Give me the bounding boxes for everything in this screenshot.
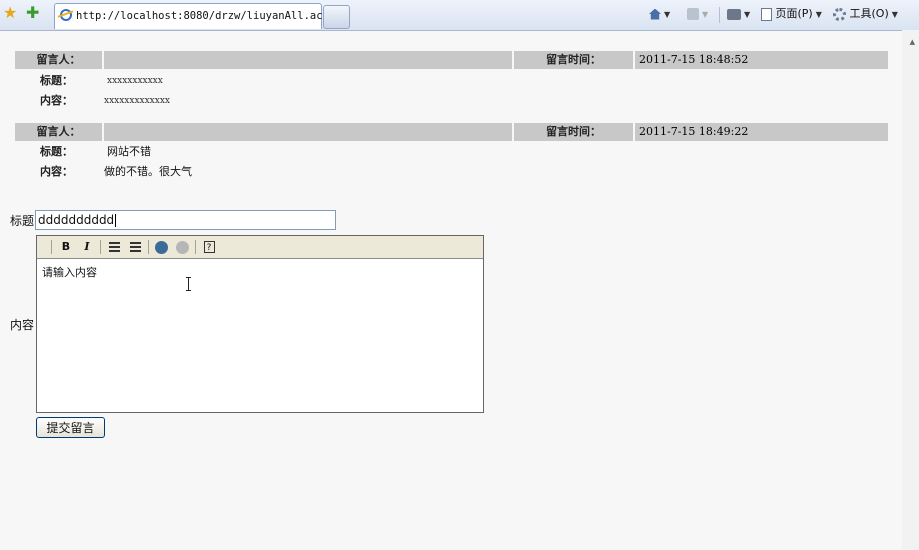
page-menu[interactable]: 页面(P) ▼ (761, 5, 822, 23)
toolbar-divider (100, 240, 101, 254)
toolbar-divider (719, 7, 720, 23)
scroll-up-arrow-icon[interactable]: ▲ (910, 38, 915, 46)
title-label: 标题： (40, 145, 73, 158)
title-value: xxxxxxxxxxx (107, 76, 163, 86)
toolbar-divider (51, 240, 52, 254)
new-tab-button[interactable] (323, 5, 350, 29)
time-label: 留言时间： (514, 51, 633, 69)
title-label: 标题： (40, 74, 73, 87)
gear-icon (833, 7, 846, 21)
toolbar-divider (195, 240, 196, 254)
unlink-button[interactable] (174, 239, 190, 255)
content-value: 做的不错。很大气 (104, 165, 192, 178)
ie-page-icon (60, 9, 72, 21)
content-label: 内容： (40, 94, 73, 107)
favorites-star-icon[interactable]: ★ (3, 5, 17, 21)
toolbar-divider (148, 240, 149, 254)
home-icon (649, 8, 661, 20)
print-icon (727, 8, 741, 20)
time-label: 留言时间： (514, 123, 633, 141)
time-value: 2011-7-15 18:48:52 (635, 51, 888, 69)
time-value: 2011-7-15 18:49:22 (635, 123, 888, 141)
text-cursor (115, 214, 117, 227)
unlink-icon (175, 241, 189, 254)
content-label: 内容： (40, 165, 73, 178)
rss-icon (687, 8, 699, 20)
author-value (104, 123, 512, 141)
add-favorite-icon[interactable]: ✚ (26, 5, 39, 21)
title-input[interactable]: dddddddddd (35, 210, 336, 230)
page-menu-label: 页面(P) (775, 7, 813, 20)
feeds-button[interactable]: ▼ (687, 5, 708, 23)
editor-text[interactable]: 请输入内容 (42, 264, 97, 280)
submit-message-button[interactable]: 提交留言 (36, 417, 105, 438)
text-cursor-ibeam-icon (186, 277, 192, 291)
link-icon (154, 241, 168, 254)
message-header: 留言人： 留言时间： 2011-7-15 18:49:22 (15, 123, 888, 141)
title-input-value: dddddddddd (38, 213, 115, 227)
unordered-list-button[interactable] (127, 239, 143, 255)
bold-button[interactable]: B (58, 239, 74, 255)
tools-menu[interactable]: 工具(O) ▼ (833, 5, 898, 23)
vertical-scrollbar[interactable] (902, 30, 919, 550)
author-label: 留言人： (15, 51, 102, 69)
form-title-label: 标题 (10, 214, 35, 228)
content-value: xxxxxxxxxxxxx (104, 96, 170, 106)
content-editor[interactable]: B I ? 请输入内容 (36, 235, 484, 413)
browser-tab[interactable]: http://localhost:8080/drzw/liuyanAll.act… (54, 3, 348, 29)
italic-button[interactable]: I (79, 239, 95, 255)
page-icon (761, 7, 772, 21)
unordered-list-icon (129, 242, 141, 252)
author-value (104, 51, 512, 69)
author-label: 留言人： (15, 123, 102, 141)
tools-menu-label: 工具(O) (849, 7, 889, 20)
help-button[interactable]: ? (201, 239, 217, 255)
message-header: 留言人： 留言时间： 2011-7-15 18:48:52 (15, 51, 888, 69)
tab-url: http://localhost:8080/drzw/liuyanAll.act… (76, 10, 348, 22)
browser-toolbar: ★ ✚ http://localhost:8080/drzw/liuyanAll… (0, 0, 919, 31)
insert-link-button[interactable] (153, 239, 169, 255)
form-content-label: 内容 (10, 318, 35, 332)
home-button[interactable]: ▼ (649, 5, 670, 23)
print-button[interactable]: ▼ (727, 5, 750, 23)
ordered-list-icon (108, 242, 120, 252)
ordered-list-button[interactable] (106, 239, 122, 255)
help-icon: ? (203, 241, 215, 253)
title-value: 网站不错 (107, 145, 151, 158)
editor-toolbar: B I ? (37, 236, 483, 259)
